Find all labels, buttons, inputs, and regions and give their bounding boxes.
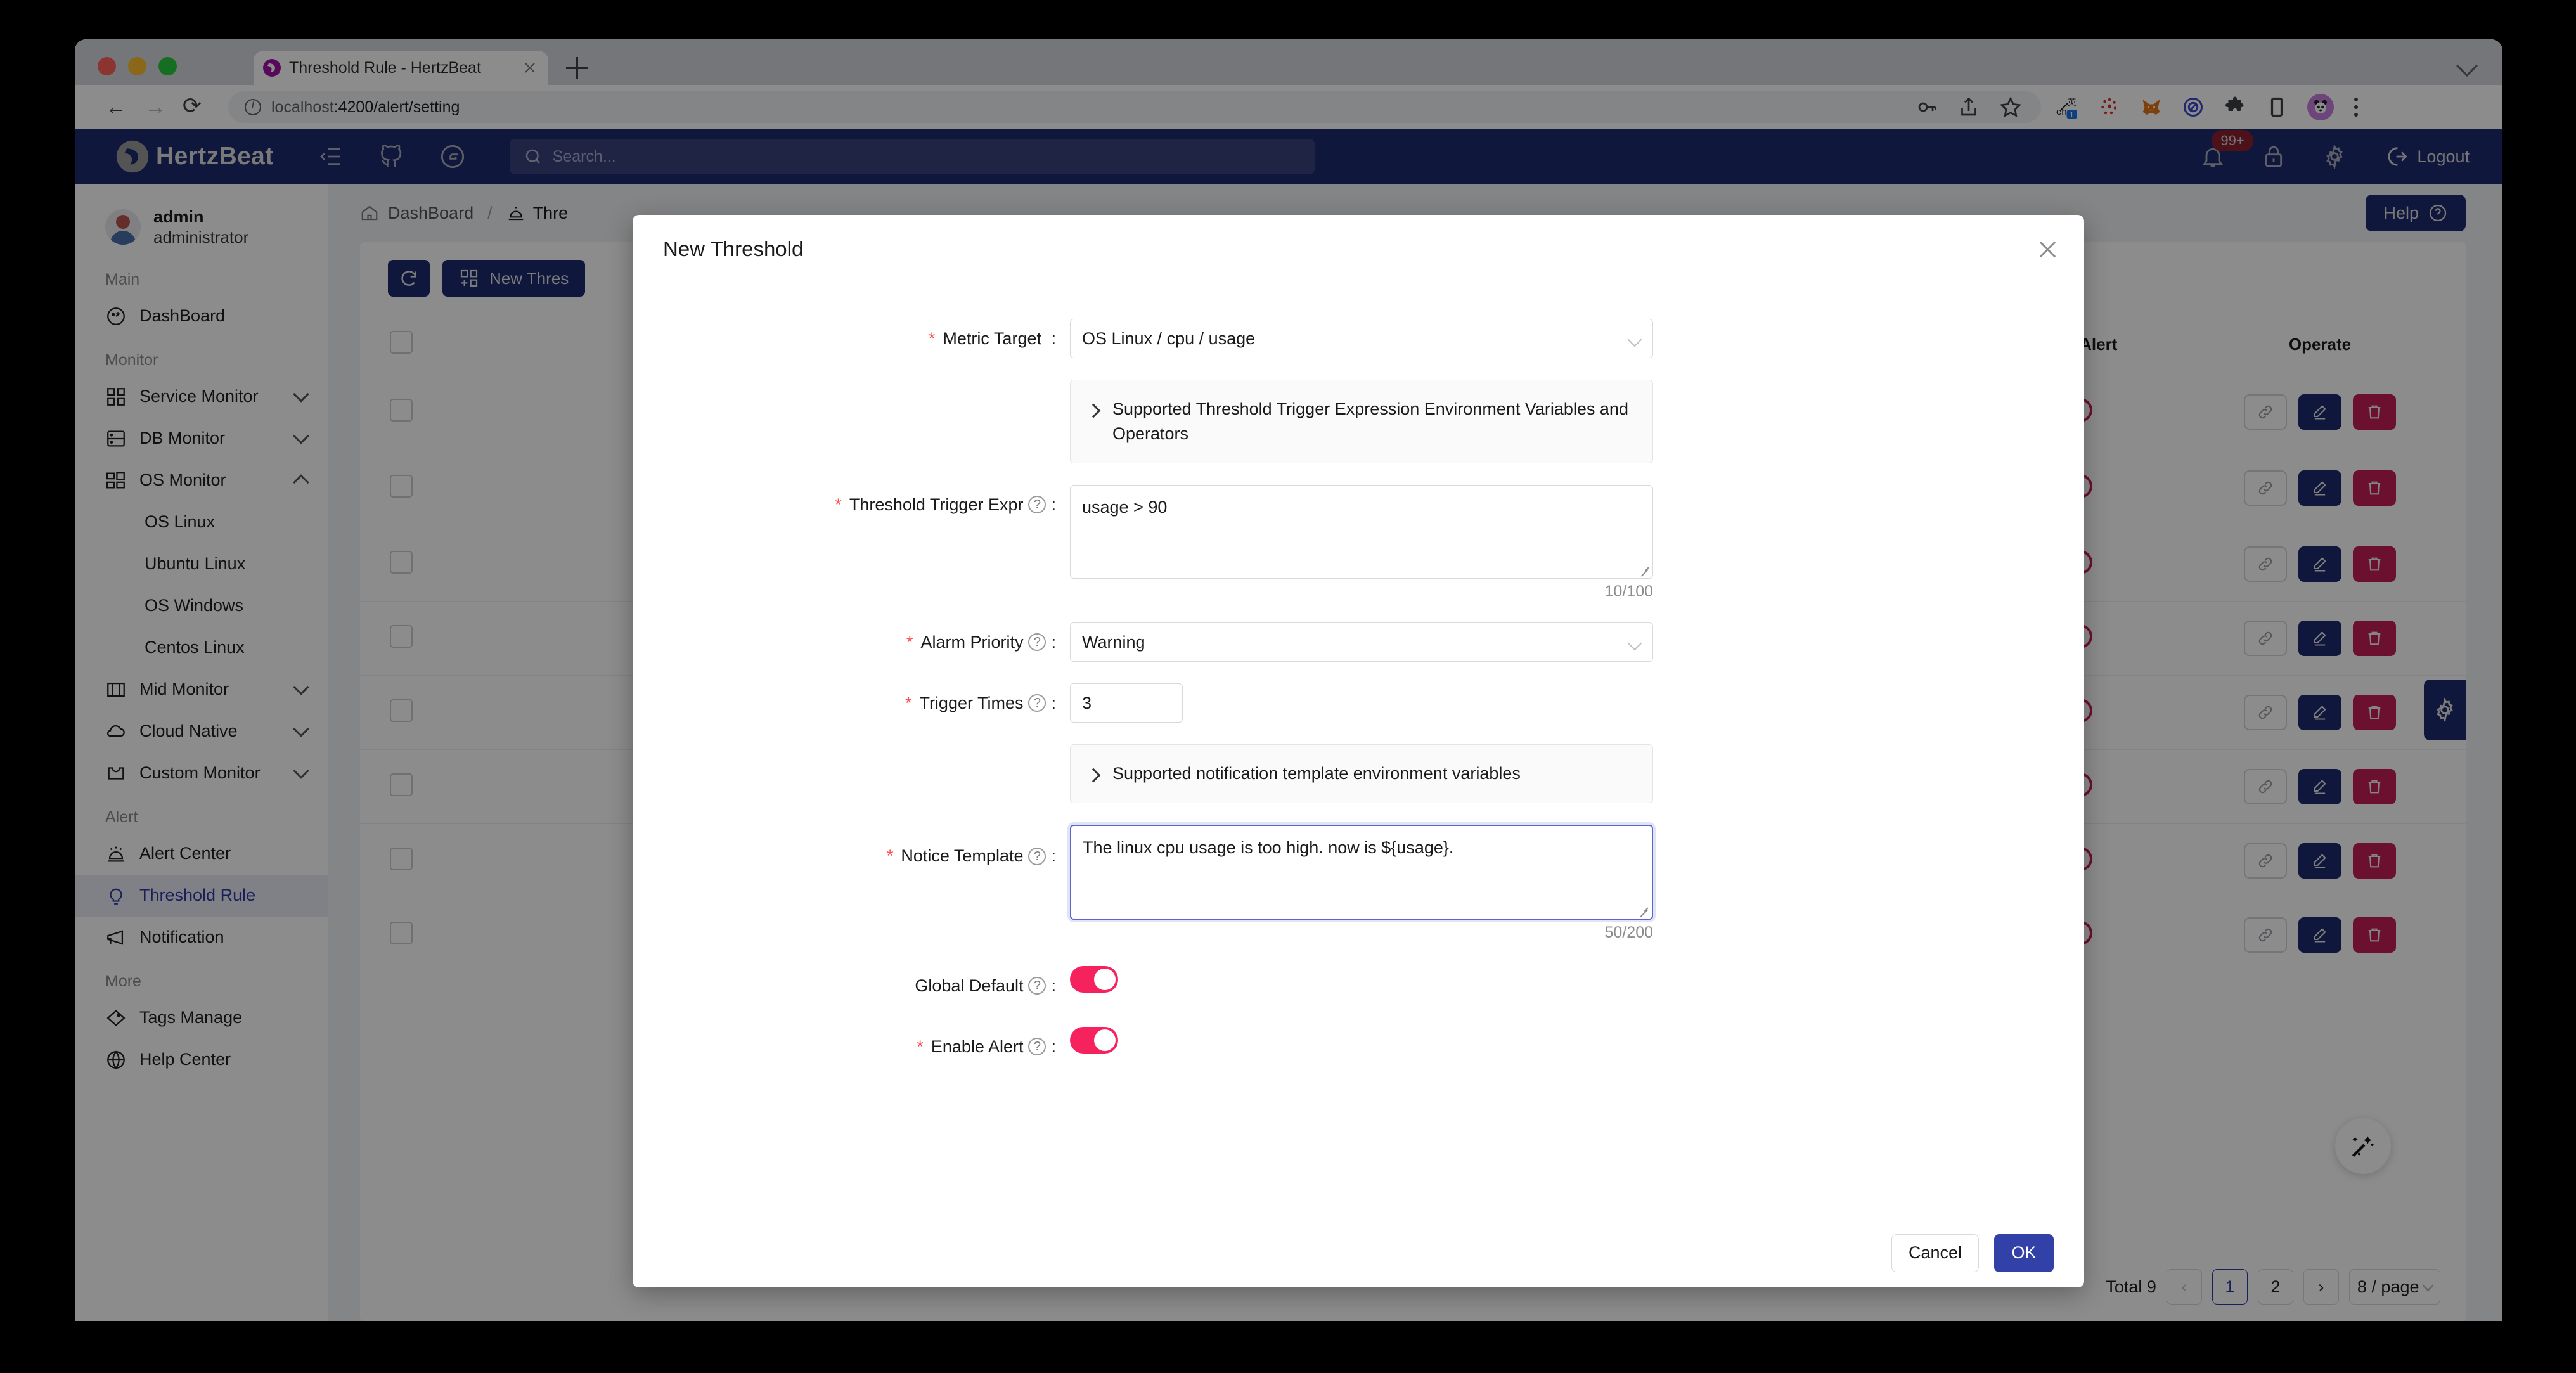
global-default-toggle[interactable]: [1070, 966, 1118, 993]
colon: :: [1051, 976, 1056, 995]
threshold-expr-textarea[interactable]: usage > 90: [1070, 485, 1653, 579]
threshold-expr-value: usage > 90: [1082, 498, 1168, 517]
notice-template-textarea[interactable]: The linux cpu usage is too high. now is …: [1070, 825, 1653, 920]
field-threshold-trigger-expr: * Threshold Trigger Expr ?: usage > 90 1…: [633, 485, 2084, 601]
help-tooltip-icon[interactable]: ?: [1028, 1038, 1046, 1056]
modal-header: New Threshold: [633, 215, 2084, 283]
resize-grip-icon[interactable]: [1639, 906, 1649, 916]
cancel-button[interactable]: Cancel: [1891, 1234, 1979, 1272]
notice-collapse-spacer: [633, 744, 1070, 783]
alarm-priority-label: Alarm Priority: [920, 632, 1024, 652]
alarm-priority-select[interactable]: Warning: [1070, 622, 1653, 662]
field-notice-template: * Notice Template ?: The linux cpu usage…: [633, 825, 2084, 942]
notice-template-counter: 50/200: [1604, 924, 1653, 942]
chevron-down-icon: [1627, 636, 1642, 651]
help-tooltip-icon[interactable]: ?: [1028, 847, 1046, 865]
required-asterisk: *: [905, 693, 912, 712]
notice-env-collapse[interactable]: Supported notification template environm…: [1070, 744, 1653, 804]
chevron-down-icon: [1627, 332, 1642, 347]
threshold-expr-label: Threshold Trigger Expr: [849, 494, 1024, 514]
alarm-priority-value: Warning: [1082, 632, 1145, 652]
chevron-right-icon: [1086, 403, 1101, 418]
enable-alert-label-wrap: * Enable Alert ?:: [633, 1027, 1070, 1066]
trigger-times-label-wrap: * Trigger Times ?:: [633, 683, 1070, 723]
field-enable-alert: * Enable Alert ?:: [633, 1027, 2084, 1066]
modal-title: New Threshold: [663, 236, 804, 261]
notice-collapse-text: Supported notification template environm…: [1112, 764, 1521, 783]
expr-collapse-text: Supported Threshold Trigger Expression E…: [1112, 399, 1628, 444]
modal-footer: Cancel OK: [633, 1218, 2084, 1287]
required-asterisk: *: [928, 328, 936, 348]
enable-alert-label: Enable Alert: [931, 1036, 1024, 1056]
alarm-priority-label-wrap: * Alarm Priority ?:: [633, 622, 1070, 662]
field-metric-target: * Metric Target : OS Linux / cpu / usage: [633, 319, 2084, 358]
chevron-right-icon: [1086, 768, 1101, 783]
help-tooltip-icon[interactable]: ?: [1028, 496, 1046, 514]
colon: :: [1051, 632, 1056, 652]
trigger-times-label: Trigger Times: [919, 693, 1024, 712]
required-asterisk: *: [886, 846, 894, 866]
help-tooltip-icon[interactable]: ?: [1028, 694, 1046, 712]
trigger-times-input[interactable]: 3: [1070, 683, 1183, 723]
threshold-expr-label-wrap: * Threshold Trigger Expr ?:: [633, 485, 1070, 524]
required-asterisk: *: [917, 1036, 924, 1056]
field-global-default: Global Default ?:: [633, 966, 2084, 1005]
metric-target-select[interactable]: OS Linux / cpu / usage: [1070, 319, 1653, 358]
colon: :: [1051, 494, 1056, 514]
browser-window: Threshold Rule - HertzBeat localhost:420…: [75, 39, 2502, 1321]
colon: :: [1051, 846, 1056, 866]
new-threshold-modal: New Threshold * Metric Target : OS Linux…: [633, 215, 2084, 1287]
field-trigger-times: * Trigger Times ?: 3: [633, 683, 2084, 723]
metric-target-label: Metric Target: [943, 328, 1041, 348]
required-asterisk: *: [906, 632, 913, 652]
field-alarm-priority: * Alarm Priority ?: Warning: [633, 622, 2084, 662]
screen: Threshold Rule - HertzBeat localhost:420…: [0, 0, 2576, 1373]
notice-collapse-row: Supported notification template environm…: [633, 744, 2084, 804]
required-asterisk: *: [835, 494, 842, 514]
modal-body: * Metric Target : OS Linux / cpu / usage: [633, 283, 2084, 1218]
colon: :: [1051, 693, 1056, 712]
enable-alert-toggle[interactable]: [1070, 1027, 1118, 1054]
global-default-label-wrap: Global Default ?:: [633, 966, 1070, 1005]
trigger-times-value: 3: [1082, 693, 1092, 712]
metric-target-value: OS Linux / cpu / usage: [1082, 328, 1256, 348]
expr-env-collapse[interactable]: Supported Threshold Trigger Expression E…: [1070, 380, 1653, 464]
threshold-expr-counter: 10/100: [1604, 583, 1653, 601]
resize-grip-icon[interactable]: [1639, 565, 1649, 576]
ok-button[interactable]: OK: [1994, 1234, 2054, 1272]
metric-target-label-wrap: * Metric Target :: [633, 319, 1070, 358]
help-tooltip-icon[interactable]: ?: [1028, 633, 1046, 652]
expr-collapse-row: Supported Threshold Trigger Expression E…: [633, 380, 2084, 464]
notice-template-label-wrap: * Notice Template ?:: [633, 825, 1070, 866]
expr-collapse-spacer: [633, 380, 1070, 419]
notice-template-value: The linux cpu usage is too high. now is …: [1083, 838, 1454, 858]
help-tooltip-icon[interactable]: ?: [1028, 977, 1046, 995]
close-icon[interactable]: [2036, 238, 2059, 261]
colon: :: [1046, 328, 1056, 348]
colon: :: [1051, 1036, 1056, 1056]
global-default-label: Global Default: [915, 976, 1024, 995]
notice-template-label: Notice Template: [901, 846, 1024, 866]
